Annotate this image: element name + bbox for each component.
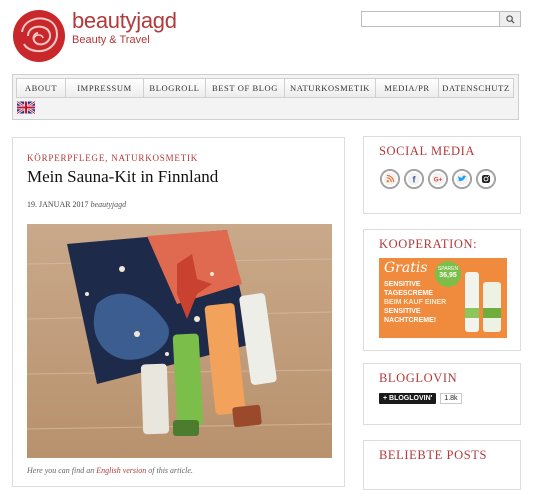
- ad-price-badge: SPAREN 36,95: [435, 261, 461, 287]
- post-note-prefix: Here you can find an: [27, 466, 97, 475]
- post-title[interactable]: Mein Sauna-Kit in Finnland: [27, 167, 218, 187]
- ad-line3: TAGESCREME: [384, 290, 433, 297]
- instagram-icon[interactable]: [476, 169, 496, 189]
- nav-item-impressum[interactable]: IMPRESSUM: [65, 78, 144, 98]
- nav-item-media-pr[interactable]: MEDIA/PR: [375, 78, 439, 98]
- logo-rose-icon[interactable]: [10, 8, 68, 64]
- rss-icon[interactable]: [380, 169, 400, 189]
- bloglovin-follow-badge: + BLOGLOVIN' 1.8k: [379, 393, 462, 404]
- ad-product-image: [465, 272, 501, 332]
- bloglovin-follow-button[interactable]: + BLOGLOVIN': [379, 393, 437, 404]
- post-note-suffix: of this article.: [146, 466, 193, 475]
- nav-item-blogroll[interactable]: BLOGROLL: [143, 78, 206, 98]
- english-version-link[interactable]: English version: [96, 466, 146, 475]
- search-box: [361, 11, 521, 27]
- site-brand-name[interactable]: beautyjagd: [72, 8, 177, 34]
- kooperation-title: KOOPERATION:: [379, 237, 478, 251]
- facebook-icon[interactable]: f: [404, 169, 424, 189]
- ad-text-block: SENSITIVE TAGESCREME BEIM KAUF EINER SEN…: [384, 280, 446, 325]
- social-icons-row: f G+: [380, 169, 496, 189]
- uk-flag-icon[interactable]: [17, 101, 35, 114]
- twitter-icon[interactable]: [452, 169, 472, 189]
- post-meta: 19. JANUAR 2017 beautyjagd: [27, 200, 126, 209]
- nav-item-best-of-blog[interactable]: BEST OF BLOG: [205, 78, 285, 98]
- nav-item-naturkosmetik[interactable]: NATURKOSMETIK: [284, 78, 376, 98]
- ad-line4: BEIM KAUF EINER: [384, 299, 447, 306]
- post-categories[interactable]: KÖRPERPFLEGE, NATURKOSMETIK: [27, 153, 198, 163]
- nav-item-datenschutz[interactable]: DATENSCHUTZ: [438, 78, 514, 98]
- post-image[interactable]: [27, 224, 332, 458]
- bloglovin-follower-count: 1.8k: [440, 393, 462, 404]
- ad-line1: Gratis: [384, 260, 428, 276]
- popular-posts-title: BELIEBTE POSTS: [379, 448, 488, 462]
- kooperation-ad-banner[interactable]: Gratis SENSITIVE TAGESCREME BEIM KAUF EI…: [379, 258, 507, 338]
- ad-line5: SENSITIVE: [384, 308, 421, 315]
- main-nav: ABOUT IMPRESSUM BLOGROLL BEST OF BLOG NA…: [12, 74, 519, 120]
- post-author[interactable]: beautyjagd: [91, 200, 127, 209]
- social-media-title: SOCIAL MEDIA: [379, 144, 475, 158]
- svg-text:G+: G+: [434, 177, 443, 184]
- post-date: 19. JANUAR 2017: [27, 200, 89, 209]
- post-english-note: Here you can find an English version of …: [27, 466, 193, 475]
- bloglovin-title: BLOGLOVIN: [379, 371, 458, 385]
- search-input[interactable]: [362, 12, 506, 26]
- search-icon: [505, 14, 515, 24]
- google-plus-icon[interactable]: G+: [428, 169, 448, 189]
- nav-item-about[interactable]: ABOUT: [16, 78, 66, 98]
- ad-badge-value: 36,95: [439, 272, 457, 279]
- search-button[interactable]: [499, 12, 520, 26]
- site-tagline: Beauty & Travel: [72, 34, 150, 46]
- ad-line6: NACHTCREME!: [384, 317, 437, 324]
